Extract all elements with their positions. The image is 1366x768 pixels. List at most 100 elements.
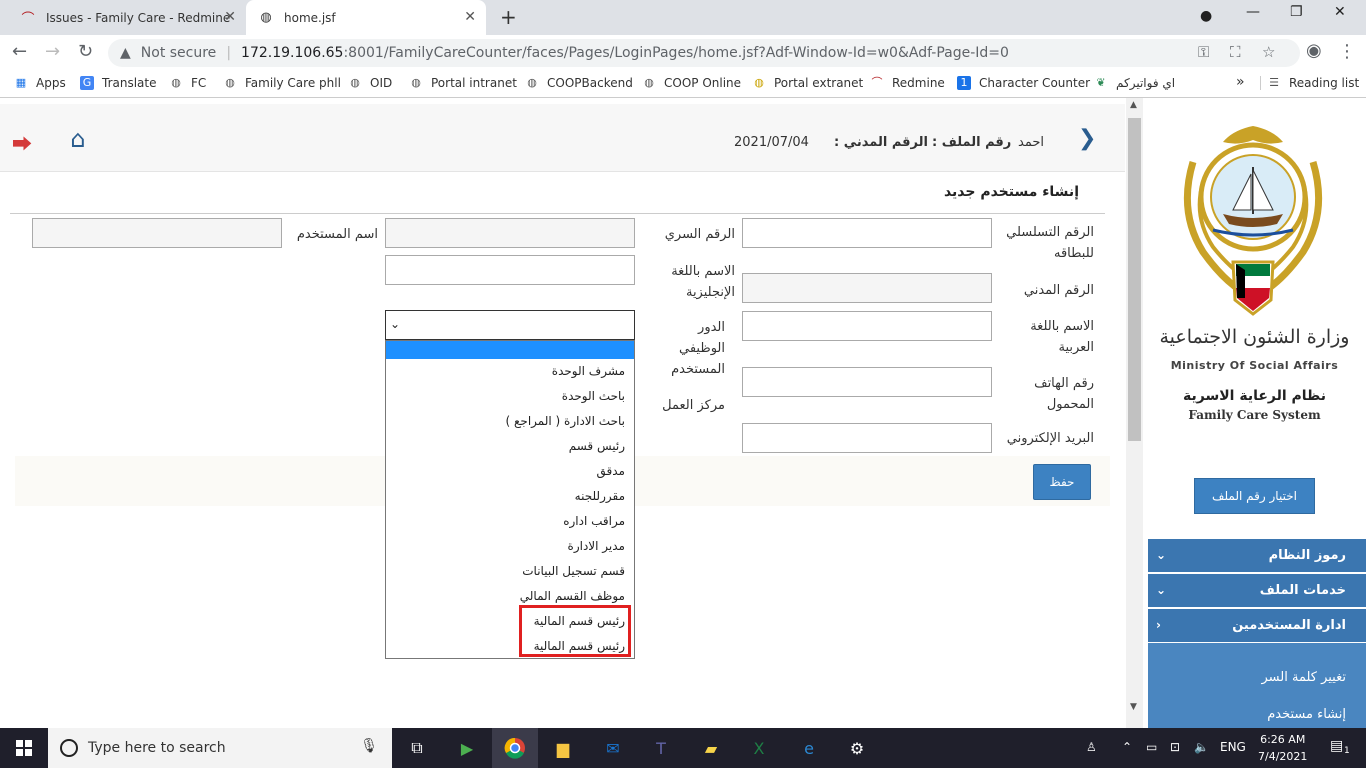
email-input[interactable] bbox=[742, 423, 992, 453]
bookmark-oid[interactable]: ◍ OID bbox=[348, 76, 392, 90]
network-icon[interactable]: ⊡ bbox=[1170, 740, 1180, 754]
submenu-change-password[interactable]: تغيير كلمة السر bbox=[1262, 670, 1347, 685]
clock[interactable]: 6:26 AM 7/4/2021 bbox=[1258, 731, 1307, 765]
people-icon[interactable]: ♙ bbox=[1086, 740, 1097, 754]
menu-dots-icon[interactable]: ⋮ bbox=[1338, 41, 1356, 62]
bookmark-coopbackend[interactable]: ◍ COOPBackend bbox=[525, 76, 633, 90]
role-option[interactable] bbox=[386, 341, 634, 359]
bookmark-label: Apps bbox=[36, 76, 66, 90]
role-option[interactable]: باحث الادارة ( المراجع ) bbox=[386, 409, 634, 434]
role-option[interactable]: باحث الوحدة bbox=[386, 384, 634, 409]
bookmark-label: FC bbox=[191, 76, 207, 90]
windows-start-button[interactable] bbox=[0, 728, 48, 768]
submenu-create-user[interactable]: إنشاء مستخدم bbox=[1267, 707, 1346, 722]
outlook-icon[interactable]: ✉ bbox=[590, 728, 636, 768]
menu-user-management[interactable]: ادارة المستخدمين ‹ bbox=[1148, 609, 1366, 642]
bookmark-label: COOPBackend bbox=[547, 76, 633, 90]
role-option[interactable]: مدير الادارة bbox=[386, 534, 634, 559]
redmine-icon: ⌒ bbox=[871, 76, 883, 89]
serial-label: الرقم التسلسلي للبطاقه bbox=[1006, 225, 1094, 261]
role-option[interactable]: رئيس قسم bbox=[386, 434, 634, 459]
name-en-input[interactable] bbox=[385, 255, 635, 285]
translate-icon[interactable]: ⛶ bbox=[1230, 43, 1241, 61]
username-input[interactable] bbox=[32, 218, 282, 248]
sticky-notes-icon[interactable]: ▰ bbox=[688, 728, 734, 768]
chevron-up-icon[interactable]: ⌃ bbox=[1122, 740, 1132, 754]
notification-icon[interactable]: ▤ bbox=[1330, 738, 1343, 754]
role-option[interactable]: مراقب اداره bbox=[386, 509, 634, 534]
serial-input[interactable] bbox=[742, 218, 992, 248]
globe-icon: ◍ bbox=[754, 76, 764, 89]
minimize-icon[interactable]: — bbox=[1246, 4, 1260, 20]
bookmark-character-counter[interactable]: 1 Character Counter bbox=[957, 76, 1090, 90]
forward-icon[interactable]: → bbox=[45, 41, 60, 62]
mobile-input[interactable] bbox=[742, 367, 992, 397]
role-option[interactable]: مدقق bbox=[386, 459, 634, 484]
menu-file-services[interactable]: خدمات الملف ⌄ bbox=[1148, 574, 1366, 607]
star-icon[interactable]: ☆ bbox=[1262, 43, 1275, 61]
role-option[interactable]: قسم تسجيل البيانات bbox=[386, 559, 634, 584]
role-option[interactable]: مقررللجنه bbox=[386, 484, 634, 509]
role-option[interactable]: مشرف الوحدة bbox=[386, 359, 634, 384]
battery-icon[interactable]: ▭ bbox=[1146, 740, 1157, 754]
excel-icon[interactable]: X bbox=[736, 728, 782, 768]
chevron-down-icon: ⌄ bbox=[1156, 548, 1167, 562]
bookmark-label: Family Care phll bbox=[245, 76, 341, 90]
taskbar-search[interactable]: Type here to search 🎙 bbox=[48, 728, 392, 768]
task-view-icon[interactable]: ⧉ bbox=[394, 728, 440, 768]
language-indicator[interactable]: ENG bbox=[1220, 740, 1246, 754]
password-input[interactable] bbox=[385, 218, 635, 248]
avatar-icon[interactable]: ◉ bbox=[1306, 40, 1322, 61]
bookmark-fawatercom[interactable]: ❦ اي فواتيركم bbox=[1094, 76, 1175, 90]
back-icon[interactable]: ← bbox=[12, 41, 27, 62]
chrome-logo bbox=[504, 737, 525, 759]
edge-icon[interactable]: e bbox=[786, 728, 832, 768]
menu-system-codes[interactable]: رموز النظام ⌄ bbox=[1148, 539, 1366, 572]
civil-id-input[interactable] bbox=[742, 273, 992, 303]
bookmark-fc[interactable]: ◍ FC bbox=[169, 76, 206, 90]
scroll-down-icon[interactable]: ▼ bbox=[1130, 702, 1137, 712]
name-ar-input[interactable] bbox=[742, 311, 992, 341]
tab-redmine[interactable]: ⌒ Issues - Family Care - Redmine ✕ bbox=[8, 0, 246, 35]
search-icon bbox=[60, 739, 78, 757]
close-icon[interactable]: ✕ bbox=[464, 9, 476, 25]
profile-menu-icon[interactable]: ● bbox=[1200, 8, 1212, 24]
scrollbar-thumb[interactable] bbox=[1128, 118, 1141, 441]
address-bar[interactable]: ▲ Not secure | 172.19.106.65:8001/Family… bbox=[108, 39, 1300, 67]
bookmark-portal-intranet[interactable]: ◍ Portal intranet bbox=[409, 76, 517, 90]
bookmark-translate[interactable]: G Translate bbox=[80, 76, 157, 90]
volume-icon[interactable]: 🔈 bbox=[1194, 740, 1209, 754]
teams-icon[interactable]: T bbox=[638, 728, 684, 768]
close-icon[interactable]: ✕ bbox=[224, 9, 236, 25]
file-explorer-icon[interactable]: ▆ bbox=[540, 728, 586, 768]
reload-icon[interactable]: ↻ bbox=[78, 41, 93, 62]
bookmark-family-care[interactable]: ◍ Family Care phll bbox=[223, 76, 341, 90]
new-tab-icon[interactable]: + bbox=[500, 5, 517, 29]
save-button[interactable]: حفظ bbox=[1033, 464, 1091, 500]
bookmark-label: Portal extranet bbox=[774, 76, 864, 90]
page-scrollbar[interactable]: ▲ ▼ bbox=[1126, 98, 1143, 728]
chrome-icon[interactable] bbox=[492, 728, 538, 768]
choose-file-button[interactable]: اختيار رقم الملف bbox=[1194, 478, 1315, 514]
chevron-left-icon[interactable]: ❯ bbox=[1078, 126, 1096, 151]
bookmarks-overflow[interactable]: » bbox=[1236, 74, 1245, 90]
home-icon[interactable]: ⌂ bbox=[60, 116, 96, 162]
clock-time: 6:26 AM bbox=[1260, 733, 1306, 746]
reading-list[interactable]: ☰ Reading list bbox=[1260, 76, 1359, 90]
tab-home[interactable]: ◍ home.jsf ✕ bbox=[246, 0, 486, 35]
clock-date: 7/4/2021 bbox=[1258, 750, 1308, 763]
key-icon[interactable]: ⚿ bbox=[1198, 43, 1209, 61]
maximize-icon[interactable]: ❐ bbox=[1290, 4, 1303, 20]
bookmark-apps[interactable]: ▦ Apps bbox=[14, 76, 66, 90]
media-player-icon[interactable]: ▶ bbox=[444, 728, 490, 768]
bookmark-portal-extranet[interactable]: ◍ Portal extranet bbox=[752, 76, 863, 90]
bookmark-redmine[interactable]: ⌒ Redmine bbox=[870, 76, 945, 90]
tab-title: Issues - Family Care - Redmine bbox=[46, 10, 231, 25]
logout-icon[interactable]: ⮕ bbox=[12, 128, 32, 157]
settings-icon[interactable]: ⚙ bbox=[834, 728, 880, 768]
bookmark-coop-online[interactable]: ◍ COOP Online bbox=[642, 76, 741, 90]
scroll-up-icon[interactable]: ▲ bbox=[1130, 100, 1137, 110]
microphone-icon[interactable]: 🎙 bbox=[360, 738, 378, 754]
role-select[interactable]: ⌄ bbox=[385, 310, 635, 340]
window-close-icon[interactable]: ✕ bbox=[1334, 4, 1346, 20]
